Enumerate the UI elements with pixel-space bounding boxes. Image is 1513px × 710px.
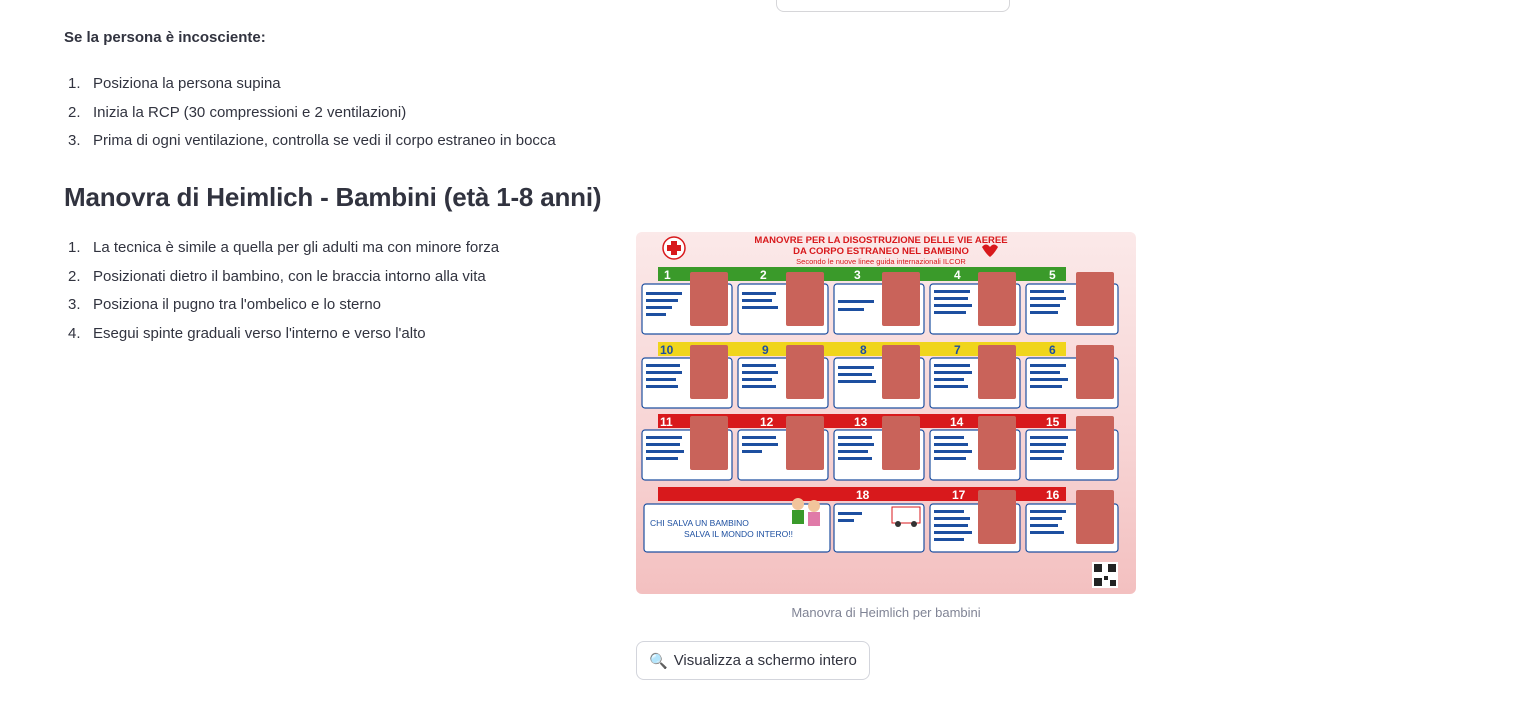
top-button[interactable] [776, 0, 1010, 12]
list-item: Posizionati dietro il bambino, con le br… [68, 263, 486, 291]
step-number: 6 [1049, 343, 1056, 357]
step-number: 8 [860, 343, 867, 357]
list-item: Inizia la RCP (30 compressioni e 2 venti… [68, 99, 407, 127]
fullscreen-button-label: Visualizza a schermo intero [673, 652, 857, 669]
step-number: 12 [760, 415, 774, 429]
red-cross-logo [662, 236, 686, 260]
children-steps-list: La tecnica è simile a quella per gli adu… [64, 234, 499, 348]
unconscious-steps-list: Posiziona la persona supina Inizia la RC… [64, 70, 556, 156]
qr-code [1092, 562, 1118, 588]
fullscreen-button[interactable]: 🔍 Visualizza a schermo intero [636, 641, 870, 680]
step-number: 15 [1046, 415, 1060, 429]
magnifier-icon: 🔍 [649, 652, 668, 670]
list-item: Posiziona il pugno tra l'ombelico e lo s… [68, 291, 382, 319]
step-number: 2 [760, 268, 767, 282]
step-number: 14 [950, 415, 964, 429]
poster-subtitle: Secondo le nuove linee guida internazion… [796, 257, 966, 266]
step-number: 16 [1046, 488, 1060, 502]
poster-title-line2: DA CORPO ESTRANEO NEL BAMBINO [793, 246, 969, 257]
step-number: 18 [856, 488, 870, 502]
ilcor-logo [982, 244, 998, 257]
list-item: Prima di ogni ventilazione, controlla se… [68, 127, 556, 155]
poster-slogan-line2: SALVA IL MONDO INTERO!! [684, 529, 793, 539]
list-item: Posiziona la persona supina [68, 70, 281, 98]
section-heading: Manovra di Heimlich - Bambini (età 1-8 a… [64, 182, 602, 212]
heimlich-poster-image: MANOVRE PER LA DISOSTRUZIONE DELLE VIE A… [636, 232, 1136, 594]
unconscious-title: Se la persona è incosciente: [64, 29, 266, 46]
step-number: 5 [1049, 268, 1056, 282]
step-number: 1 [664, 268, 671, 282]
step-number: 4 [954, 268, 961, 282]
step-number: 17 [952, 488, 966, 502]
step-number: 10 [660, 343, 674, 357]
step-number: 13 [854, 415, 868, 429]
poster-slogan-line1: CHI SALVA UN BAMBINO [650, 518, 749, 528]
step-number: 7 [954, 343, 961, 357]
list-item: Esegui spinte graduali verso l'interno e… [68, 320, 426, 348]
step-number: 3 [854, 268, 861, 282]
step-number: 11 [660, 415, 673, 429]
list-item: La tecnica è simile a quella per gli adu… [68, 234, 500, 262]
poster-title-line1: MANOVRE PER LA DISOSTRUZIONE DELLE VIE A… [754, 235, 1007, 246]
image-caption: Manovra di Heimlich per bambini [791, 605, 981, 620]
step-number: 9 [762, 343, 769, 357]
